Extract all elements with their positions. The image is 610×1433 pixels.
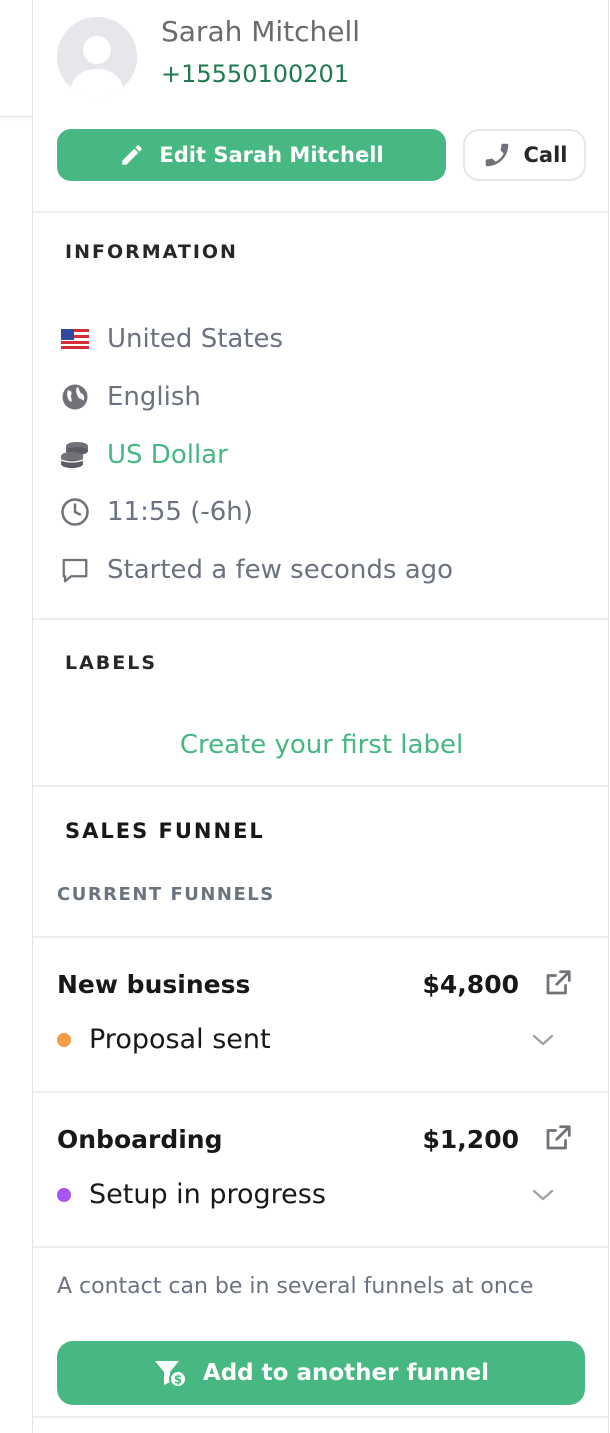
call-button[interactable]: Call — [463, 129, 586, 181]
contact-phone[interactable]: +15550100201 — [161, 60, 349, 88]
us-flag-icon — [59, 323, 91, 355]
funnel-stage: Proposal sent — [89, 1024, 271, 1055]
language-value: English — [107, 382, 201, 412]
funnel-card: New business $4,800 Proposal sent — [33, 936, 608, 1091]
edit-contact-label: Edit Sarah Mitchell — [159, 143, 384, 167]
funnel-dollar-icon: $ — [154, 1361, 187, 1388]
pencil-icon — [122, 145, 143, 165]
currency-value[interactable]: US Dollar — [107, 440, 228, 470]
clock-icon — [59, 496, 91, 528]
funnel-amount: $4,800 — [422, 970, 519, 999]
add-to-funnel-label: Add to another funnel — [202, 1360, 490, 1386]
country-value: United States — [107, 324, 284, 354]
funnel-stage-select[interactable]: Proposal sent — [57, 1024, 271, 1055]
svg-text:$: $ — [174, 1373, 182, 1387]
create-first-label-link[interactable]: Create your first label — [33, 730, 610, 760]
contact-sidebar: Sarah Mitchell +15550100201 Edit Sarah M… — [32, 0, 609, 1433]
phone-icon — [485, 143, 508, 167]
funnel-footer: A contact can be in several funnels at o… — [33, 1246, 608, 1423]
contact-header: Sarah Mitchell +15550100201 Edit Sarah M… — [33, 0, 608, 211]
funnels-hint: A contact can be in several funnels at o… — [57, 1274, 534, 1299]
current-funnels-title: CURRENT FUNNELS — [57, 884, 275, 905]
bottom-divider — [33, 1416, 608, 1418]
funnel-amount: $1,200 — [422, 1125, 519, 1154]
funnel-name: Onboarding — [57, 1125, 223, 1154]
currency-row[interactable]: US Dollar — [59, 435, 228, 475]
language-row: English — [59, 377, 201, 417]
add-to-funnel-button[interactable]: $ Add to another funnel — [57, 1341, 585, 1405]
conversation-value: Started a few seconds ago — [107, 555, 454, 585]
local-time-value: 11:55 (-6h) — [107, 497, 253, 527]
information-section: INFORMATION United States English US Dol… — [33, 211, 608, 618]
open-external-icon[interactable] — [543, 1123, 573, 1153]
funnel-name: New business — [57, 970, 251, 999]
country-row: United States — [59, 319, 283, 359]
contact-name: Sarah Mitchell — [161, 15, 361, 48]
labels-section: LABELS Create your first label — [33, 618, 608, 785]
globe-icon — [59, 381, 91, 413]
information-title: INFORMATION — [65, 241, 238, 263]
edit-contact-button[interactable]: Edit Sarah Mitchell — [57, 129, 446, 181]
chevron-down-icon[interactable] — [530, 1185, 556, 1205]
sales-funnel-section: SALES FUNNEL CURRENT FUNNELS — [33, 785, 608, 936]
conversation-row: Started a few seconds ago — [59, 550, 453, 590]
open-external-icon[interactable] — [543, 968, 573, 998]
stage-color-dot — [57, 1187, 71, 1202]
labels-title: LABELS — [65, 652, 158, 674]
coins-icon — [59, 439, 91, 471]
avatar[interactable] — [57, 17, 137, 97]
chevron-down-icon[interactable] — [530, 1030, 556, 1050]
background-pane-edge — [0, 0, 32, 117]
sales-funnel-title: SALES FUNNEL — [65, 819, 265, 843]
funnel-card: Onboarding $1,200 Setup in progress — [33, 1091, 608, 1246]
user-placeholder-icon — [57, 17, 137, 97]
funnel-stage: Setup in progress — [89, 1179, 326, 1210]
call-label: Call — [523, 143, 568, 167]
chat-bubble-icon — [59, 554, 91, 586]
stage-color-dot — [57, 1032, 71, 1047]
local-time-row: 11:55 (-6h) — [59, 492, 253, 532]
funnel-stage-select[interactable]: Setup in progress — [57, 1179, 326, 1210]
